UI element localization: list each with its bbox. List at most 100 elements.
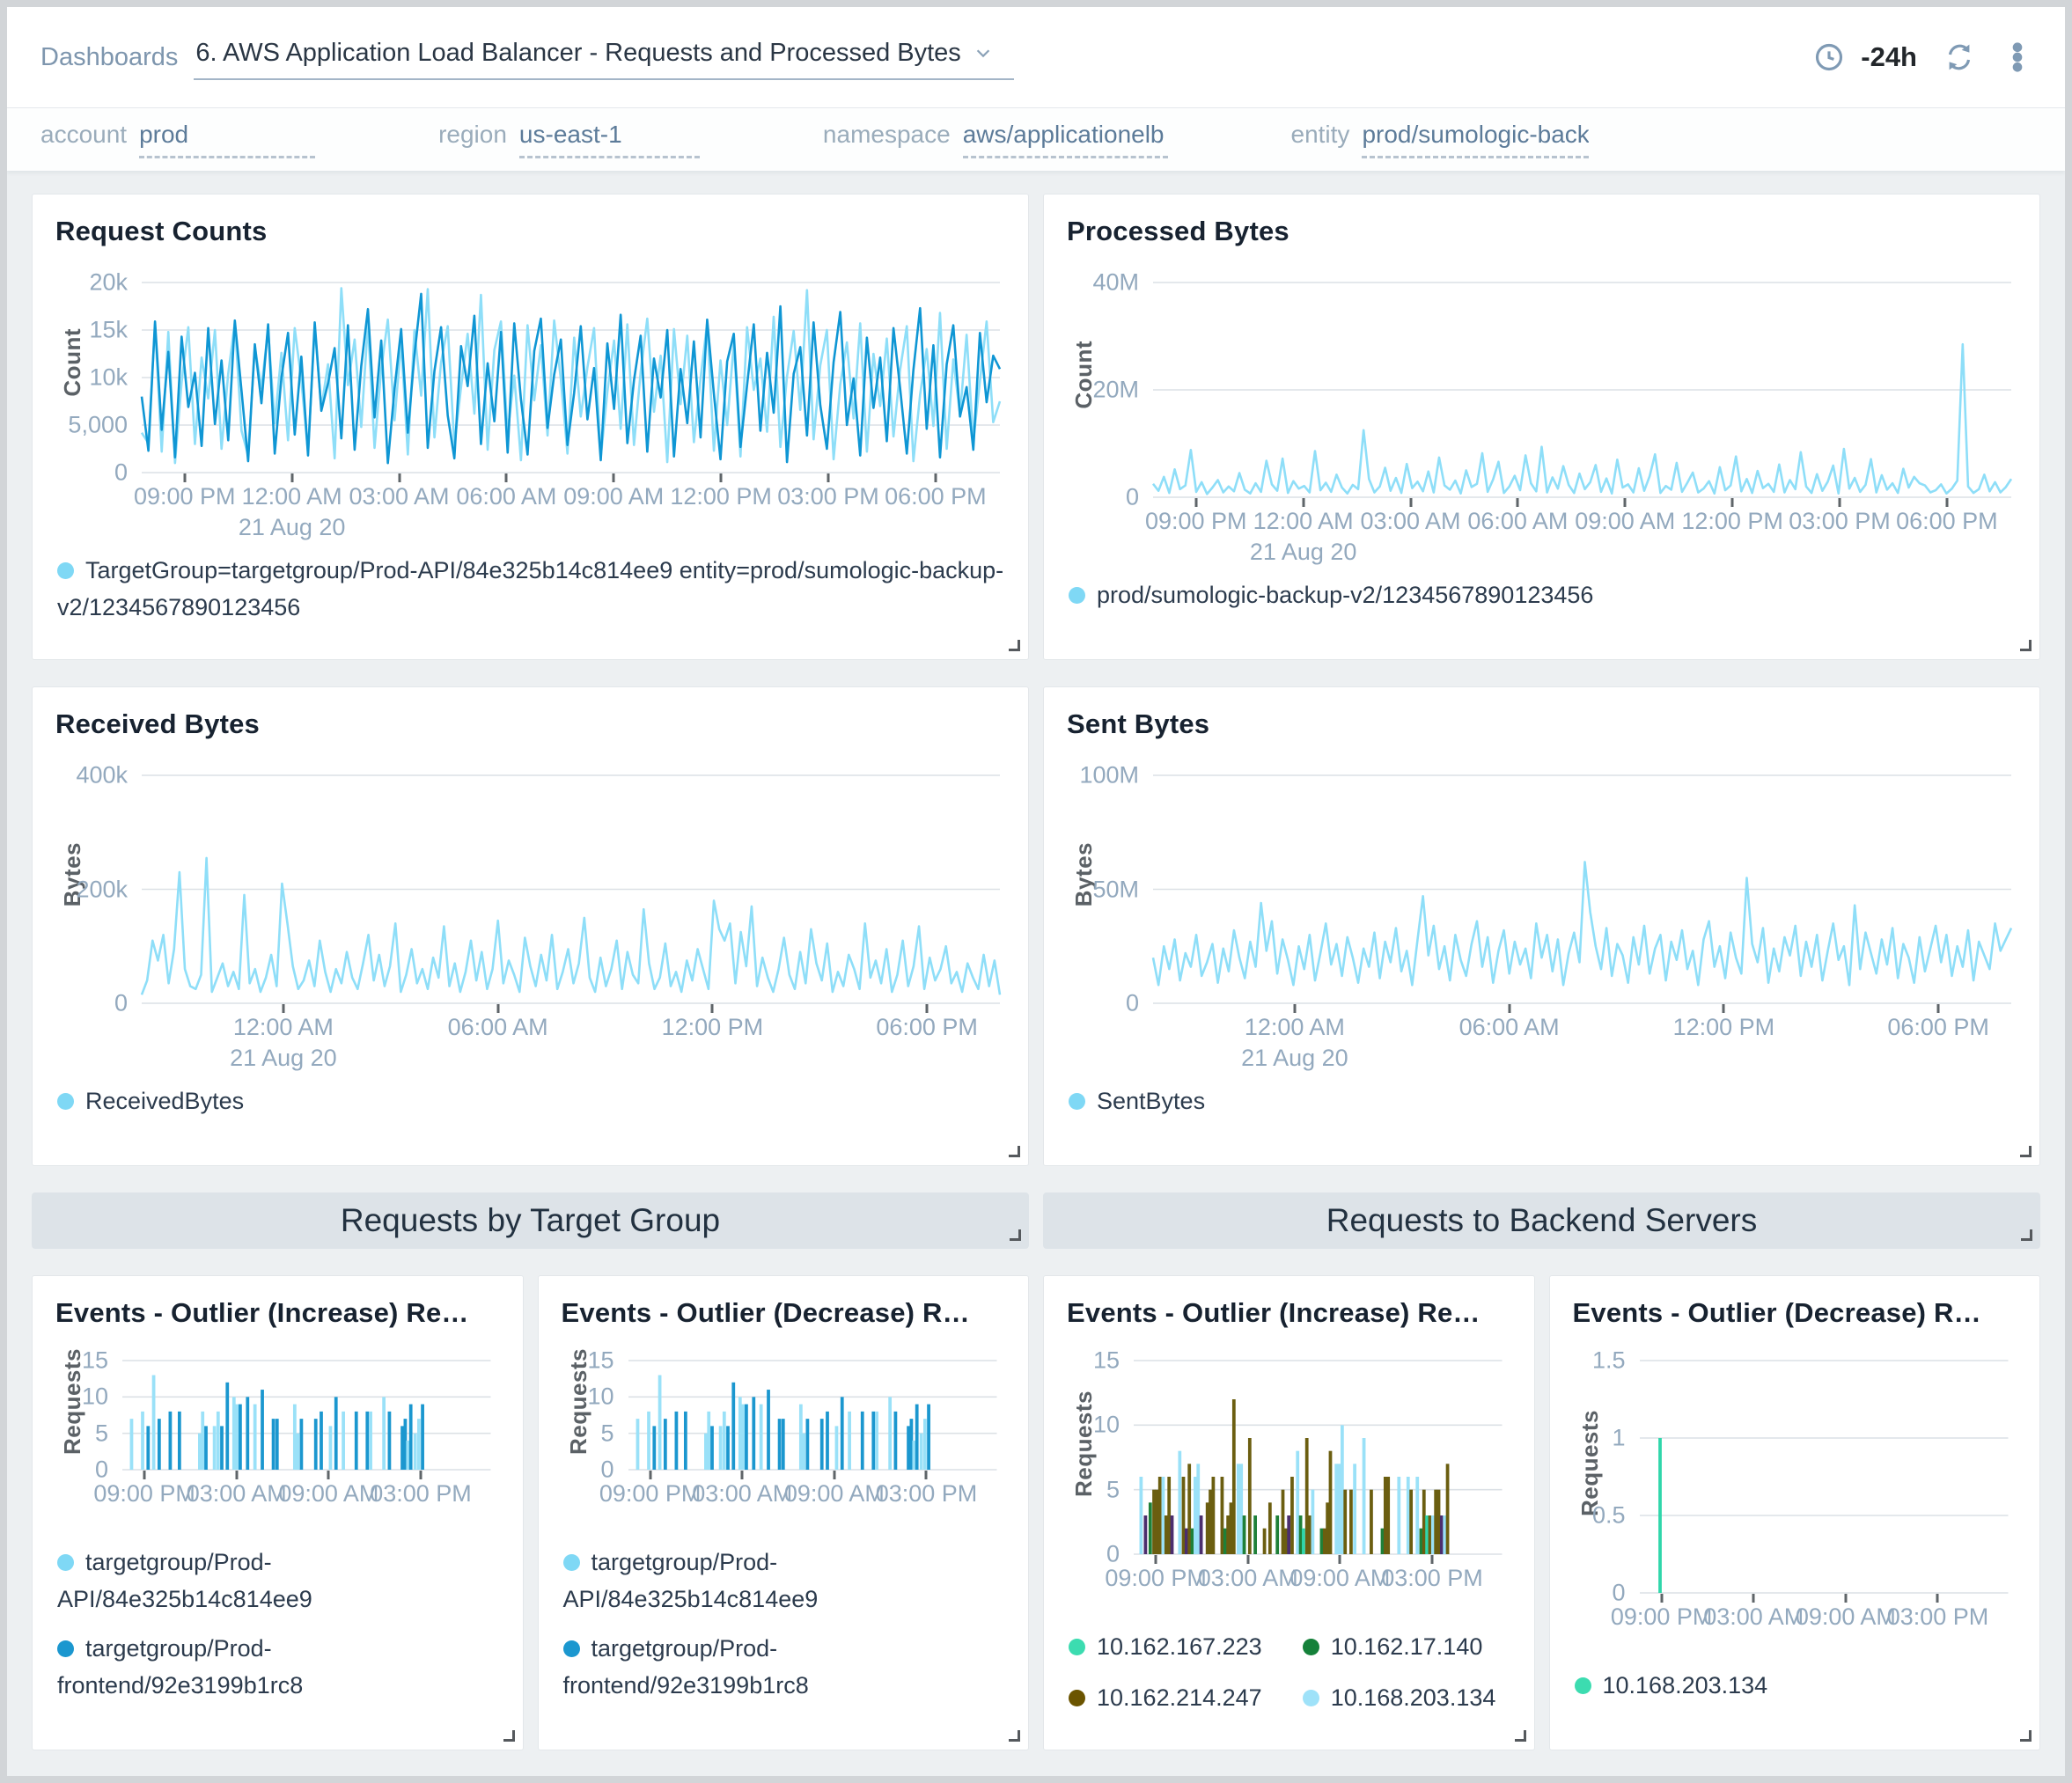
- x-axis-tick-mark: [327, 1471, 330, 1479]
- x-axis-tick-label: 09:00 AM: [563, 483, 664, 510]
- x-axis-tick-mark: [419, 1471, 422, 1479]
- plot-area: 15105009:00 PM03:00 AM09:00 AM03:00 PM: [1134, 1361, 1503, 1554]
- x-axis-tick-label: 06:00 PM: [1887, 1014, 1989, 1041]
- resize-handle-icon[interactable]: [2020, 1146, 2032, 1157]
- panel-outlier-increase-backend: Events - Outlier (Increase) Re… Requests…: [1043, 1275, 1535, 1750]
- legend-item: targetgroup/Prod-frontend/92e3199b1rc8: [57, 1630, 502, 1704]
- x-axis-tick-mark: [1508, 1004, 1510, 1013]
- panel-outlier-increase-tg: Events - Outlier (Increase) Re… Requests…: [32, 1275, 524, 1750]
- resize-handle-icon[interactable]: [503, 1730, 515, 1742]
- legend-item: 10.162.17.140: [1303, 1628, 1496, 1665]
- filter-entity-value[interactable]: prod/sumologic-backup: [1362, 121, 1589, 158]
- resize-handle-icon[interactable]: [2021, 1229, 2032, 1241]
- x-axis-tick-mark: [1752, 1594, 1755, 1603]
- x-axis-tick-mark: [1517, 498, 1519, 507]
- legend-dot-icon: [1069, 587, 1085, 604]
- refresh-icon[interactable]: [1943, 41, 1975, 73]
- y-axis-tick-label: 10k: [89, 364, 128, 392]
- legend-dot-icon: [1303, 1690, 1319, 1706]
- y-axis-tick-label: 400k: [76, 762, 128, 789]
- x-axis-tick-mark: [235, 1471, 238, 1479]
- y-axis-tick-label: 200k: [76, 876, 128, 903]
- resize-handle-icon[interactable]: [1009, 640, 1020, 651]
- kebab-menu-icon[interactable]: [2002, 41, 2033, 73]
- received-bytes-chart[interactable]: Bytes400k200k012:00 AM21 Aug 2006:00 AM1…: [55, 745, 1010, 1074]
- plot-area: 20k15k10k5,000009:00 PM12:00 AM21 Aug 20…: [142, 282, 1000, 473]
- x-axis-tick-label: 03:00 AM: [1198, 1565, 1298, 1592]
- y-axis-tick-label: 10: [82, 1383, 108, 1411]
- filter-account-value[interactable]: prod: [139, 121, 315, 158]
- x-axis-tick-mark: [613, 473, 615, 482]
- x-axis-tick-mark: [290, 473, 293, 482]
- resize-handle-icon[interactable]: [1009, 1146, 1020, 1157]
- x-axis-tick-mark: [505, 473, 508, 482]
- sent-bytes-chart[interactable]: Bytes100M50M012:00 AM21 Aug 2006:00 AM12…: [1067, 745, 2022, 1074]
- x-axis-tick-label: 03:00 AM: [1360, 508, 1460, 535]
- legend-item: 10.162.167.223: [1069, 1628, 1262, 1665]
- filter-entity-label: entity: [1291, 121, 1350, 149]
- filter-account: account prod: [40, 121, 315, 158]
- x-axis-tick-label: 12:00 AM: [242, 483, 342, 510]
- resize-handle-icon[interactable]: [1515, 1730, 1526, 1742]
- outlier-increase-backend-chart[interactable]: Requests15105009:00 PM03:00 AM09:00 AM03…: [1067, 1334, 1517, 1619]
- filter-namespace-value[interactable]: aws/applicationelb: [963, 121, 1168, 158]
- x-axis-tick-mark: [1731, 498, 1734, 507]
- clock-icon[interactable]: [1813, 41, 1845, 73]
- y-axis-tick-label: 15: [1093, 1347, 1120, 1375]
- panel-processed-bytes: Processed Bytes Count40M20M009:00 PM12:0…: [1043, 194, 2040, 660]
- y-axis-tick-label: 0: [114, 459, 128, 487]
- x-axis-tick-label: 12:00 AM: [1245, 1014, 1345, 1041]
- y-axis-tick-label: 0: [114, 990, 128, 1017]
- y-axis-name: Count: [59, 253, 86, 473]
- x-axis-tick-label: 09:00 AM: [1289, 1565, 1390, 1592]
- dashboard-grid: Request Counts Count20k15k10k5,000009:00…: [7, 171, 2065, 1776]
- filter-region-value[interactable]: us-east-1: [519, 121, 700, 158]
- y-axis-tick-label: 0.5: [1592, 1502, 1626, 1530]
- legend-item: TargetGroup=targetgroup/Prod-API/84e325b…: [57, 557, 1003, 620]
- legend-item: prod/sumologic-backup-v2/123456789012345…: [1069, 576, 2018, 613]
- y-axis-tick-label: 1: [1612, 1425, 1625, 1452]
- legend-dot-icon: [57, 1093, 74, 1110]
- x-axis-tick-label: 06:00 AM: [1459, 1014, 1560, 1041]
- bottom-left-pair: Events - Outlier (Increase) Re… Requests…: [32, 1275, 1029, 1750]
- request-counts-chart[interactable]: Count 20k15k10k5,000009:00 PM12:00 AM21 A…: [55, 253, 1010, 543]
- x-axis-tick-mark: [1624, 498, 1627, 507]
- y-axis-tick-label: 50M: [1092, 876, 1139, 903]
- legend: SentBytes: [1067, 1074, 2022, 1155]
- panel-title: Events - Outlier (Increase) Re…: [1067, 1297, 1517, 1329]
- panel-received-bytes: Received Bytes Bytes400k200k012:00 AM21 …: [32, 686, 1029, 1166]
- legend-item: targetgroup/Prod-frontend/92e3199b1rc8: [563, 1630, 1008, 1704]
- bottom-right-pair: Events - Outlier (Increase) Re… Requests…: [1043, 1275, 2040, 1750]
- time-range-label[interactable]: -24h: [1861, 41, 1917, 73]
- outlier-decrease-backend-chart[interactable]: Requests1.510.5009:00 PM03:00 AM09:00 AM…: [1573, 1334, 2023, 1658]
- resize-handle-icon[interactable]: [2020, 1730, 2032, 1742]
- y-axis-tick-label: 0: [95, 1456, 108, 1484]
- panel-title: Sent Bytes: [1067, 708, 2022, 740]
- x-axis-tick-mark: [1936, 1594, 1939, 1603]
- x-axis-tick-mark: [398, 473, 400, 482]
- resize-handle-icon[interactable]: [1009, 1730, 1020, 1742]
- processed-bytes-chart[interactable]: Count40M20M009:00 PM12:00 AM21 Aug 2003:…: [1067, 253, 2022, 568]
- resize-handle-icon[interactable]: [1010, 1229, 1021, 1241]
- section-header-backend-servers: Requests to Backend Servers: [1043, 1192, 2040, 1249]
- x-axis-tick-label: 09:00 PM: [599, 1480, 702, 1508]
- x-axis-tick-label: 12:00 PM: [1673, 1014, 1775, 1041]
- breadcrumb[interactable]: Dashboards: [40, 43, 178, 72]
- x-axis-tick-mark: [1430, 1555, 1433, 1564]
- x-axis-tick-label: 09:00 PM: [1105, 1565, 1207, 1592]
- outlier-decrease-tg-chart[interactable]: Requests15105009:00 PM03:00 AM09:00 AM03…: [562, 1334, 1011, 1535]
- x-axis-tick-mark: [282, 1004, 284, 1013]
- y-axis-tick-label: 10: [1093, 1412, 1120, 1439]
- x-axis-tick-label: 03:00 PM: [1789, 508, 1891, 535]
- x-axis-tick-mark: [496, 1004, 499, 1013]
- legend-dot-icon: [57, 1640, 74, 1657]
- plot-area: 1.510.5009:00 PM03:00 AM09:00 AM03:00 PM: [1640, 1361, 2009, 1593]
- resize-handle-icon[interactable]: [2020, 640, 2032, 651]
- plot-area: 400k200k012:00 AM21 Aug 2006:00 AM12:00 …: [142, 775, 1000, 1003]
- outlier-increase-tg-chart[interactable]: Requests15105009:00 PM03:00 AM09:00 AM03…: [55, 1334, 505, 1535]
- panel-title: Events - Outlier (Decrease) R…: [1573, 1297, 2023, 1329]
- x-axis-tick-mark: [720, 473, 723, 482]
- x-axis-tick-label: 09:00 AM: [1575, 508, 1675, 535]
- dashboard-title-dropdown[interactable]: 6. AWS Application Load Balancer - Reque…: [194, 35, 1013, 80]
- y-axis-tick-label: 5: [1106, 1476, 1120, 1503]
